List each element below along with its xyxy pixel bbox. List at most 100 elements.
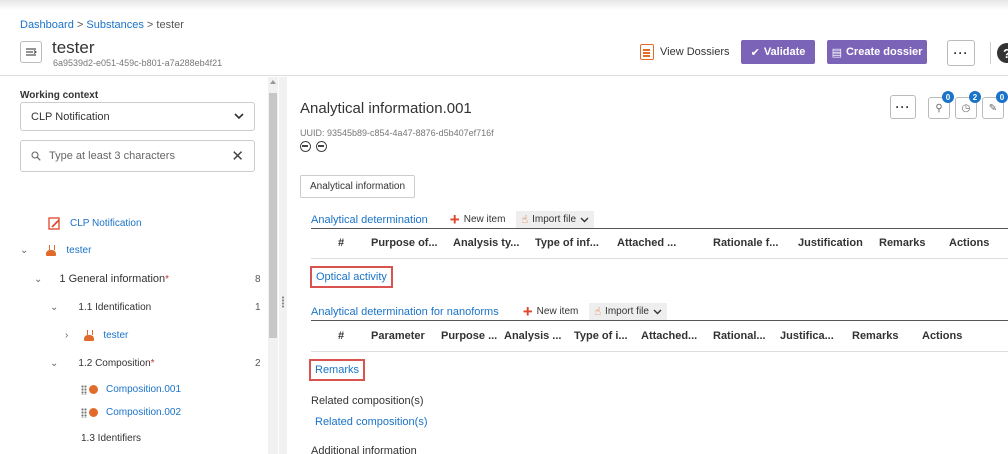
column-header[interactable]: Rational... [713, 330, 780, 342]
section-underline [311, 320, 1008, 321]
column-header[interactable]: Analysis ty... [453, 237, 535, 249]
attachments-button[interactable]: ⚲ 0 [928, 91, 954, 119]
panel-splitter[interactable] [279, 77, 287, 454]
chevron-down-icon[interactable]: ⌄ [20, 245, 28, 256]
search-placeholder: Type at least 3 characters [49, 150, 175, 162]
column-header[interactable]: Remarks [852, 330, 922, 342]
validate-label: Validate [763, 46, 806, 58]
additional-information-label: Additional information [311, 445, 417, 454]
breadcrumb-dashboard[interactable]: Dashboard [20, 19, 74, 31]
column-header[interactable]: Actions [922, 330, 972, 342]
breadcrumb: Dashboard > Substances > tester [20, 19, 184, 31]
column-header[interactable]: Purpose of... [371, 237, 453, 249]
paperclip-icon: ⚲ [935, 102, 943, 114]
create-dossier-label: Create dossier [845, 46, 923, 58]
navigation-toggle-button[interactable] [20, 41, 42, 63]
substance-flask-icon [84, 330, 95, 341]
tree-label-tester-child: tester [103, 330, 129, 341]
column-header[interactable]: Justifica... [780, 330, 852, 342]
header-divider [990, 42, 991, 64]
column-header[interactable]: Justification [798, 237, 879, 249]
nanoforms-table-header: # Parameter Purpose ... Analysis ... Typ… [311, 330, 972, 342]
tree-item-identification[interactable]: ⌄ 1.1 Identification [50, 302, 151, 313]
scroll-up-icon[interactable] [270, 80, 276, 84]
column-header[interactable]: Remarks [879, 237, 949, 249]
hand-pointer-icon: ☝ [594, 306, 602, 318]
column-header[interactable]: Type of i... [574, 330, 641, 342]
new-item-button[interactable]: + New item [450, 211, 506, 228]
tab-analytical-information[interactable]: Analytical information [300, 175, 416, 198]
tree-search-input[interactable]: Type at least 3 characters ✕ [20, 140, 255, 172]
tree-item-composition-001[interactable]: Composition.001 [81, 384, 181, 395]
tree-label-identifiers: 1.3 Identifiers [81, 433, 142, 444]
column-header[interactable]: Actions [949, 237, 999, 249]
column-header[interactable]: Rationale f... [713, 237, 798, 249]
table-divider [311, 258, 1008, 259]
column-header[interactable]: # [311, 330, 371, 342]
tree-label-identification: 1.1 Identification [78, 302, 152, 313]
new-item-button[interactable]: + New item [523, 303, 579, 320]
plus-icon: + [449, 210, 460, 229]
page-title: tester [52, 38, 95, 57]
nanoforms-header: Analytical determination for nanoforms +… [311, 303, 667, 320]
chevron-down-icon[interactable]: ⌄ [50, 302, 58, 313]
column-header[interactable]: Analysis ... [504, 330, 574, 342]
hand-pointer-icon: ☝ [521, 214, 529, 226]
chevron-right-icon[interactable]: › [65, 330, 68, 341]
tree-item-general-information[interactable]: ⌄ 1 General information * [34, 273, 169, 285]
required-marker: * [150, 358, 155, 369]
restricted-flag-icon[interactable] [300, 141, 311, 152]
remarks-link[interactable]: Remarks [309, 359, 366, 381]
substance-flask-icon [46, 245, 57, 256]
hamburger-arrow-icon [26, 48, 37, 56]
tree-item-tester-child[interactable]: › tester [65, 330, 128, 341]
tree-item-identifiers[interactable]: 1.3 Identifiers [81, 433, 141, 444]
import-file-button[interactable]: ☝ Import file [516, 211, 595, 228]
notes-button[interactable]: ✎ 0 [982, 91, 1008, 119]
import-file-label: Import file [532, 214, 577, 225]
section-title: Analytical determination [311, 213, 428, 226]
help-icon[interactable]: ? [997, 43, 1008, 63]
note-edit-icon: ✎ [988, 102, 998, 114]
column-header[interactable]: Type of inf... [535, 237, 617, 249]
import-file-button[interactable]: ☝ Import file [589, 303, 667, 320]
dossier-icon [640, 44, 654, 60]
scrollbar-thumb[interactable] [269, 93, 277, 338]
related-compositions-label: Related composition(s) [311, 395, 424, 407]
tree-label-composition: 1.2 Composition [78, 358, 151, 369]
clear-search-icon[interactable]: ✕ [231, 147, 244, 165]
drag-handle-icon[interactable] [81, 407, 87, 418]
header-more-button[interactable]: ··· [947, 40, 975, 66]
tree-item-composition[interactable]: ⌄ 1.2 Composition * [50, 358, 155, 369]
history-count-badge: 2 [969, 91, 981, 103]
document-more-button[interactable]: ··· [890, 95, 916, 119]
column-header[interactable]: Attached ... [617, 237, 713, 249]
drag-handle-icon[interactable] [81, 384, 87, 395]
tree-item-tester-root[interactable]: ⌄ tester [20, 245, 91, 256]
column-header[interactable]: # [311, 237, 371, 249]
chevron-down-icon [653, 309, 662, 314]
document-flags [300, 141, 327, 152]
sidebar-scrollbar[interactable] [268, 77, 278, 454]
history-button[interactable]: ◷ 2 [955, 91, 981, 119]
working-context-value: CLP Notification [31, 110, 110, 123]
chevron-down-icon[interactable]: ⌄ [34, 274, 42, 285]
view-dossiers-button[interactable]: View Dossiers [640, 44, 730, 60]
restricted-flag-icon[interactable] [316, 141, 327, 152]
chevron-down-icon[interactable]: ⌄ [50, 358, 58, 369]
document-icon: ▤ [831, 46, 842, 59]
validate-button[interactable]: ✔ Validate [741, 40, 815, 64]
tree-count: 8 [255, 274, 261, 285]
create-dossier-button[interactable]: ▤ Create dossier [827, 40, 927, 64]
column-header[interactable]: Parameter [371, 330, 441, 342]
tree-item-clp-notification[interactable]: CLP Notification [48, 217, 142, 230]
related-compositions-link[interactable]: Related composition(s) [315, 416, 428, 428]
column-header[interactable]: Purpose ... [441, 330, 504, 342]
tree-item-composition-002[interactable]: Composition.002 [81, 407, 181, 418]
working-context-select[interactable]: CLP Notification [20, 102, 255, 131]
new-item-label: New item [536, 306, 579, 317]
column-header[interactable]: Attached... [641, 330, 713, 342]
breadcrumb-substances[interactable]: Substances [86, 19, 143, 31]
optical-activity-link[interactable]: Optical activity [310, 266, 393, 288]
new-item-label: New item [463, 214, 506, 225]
